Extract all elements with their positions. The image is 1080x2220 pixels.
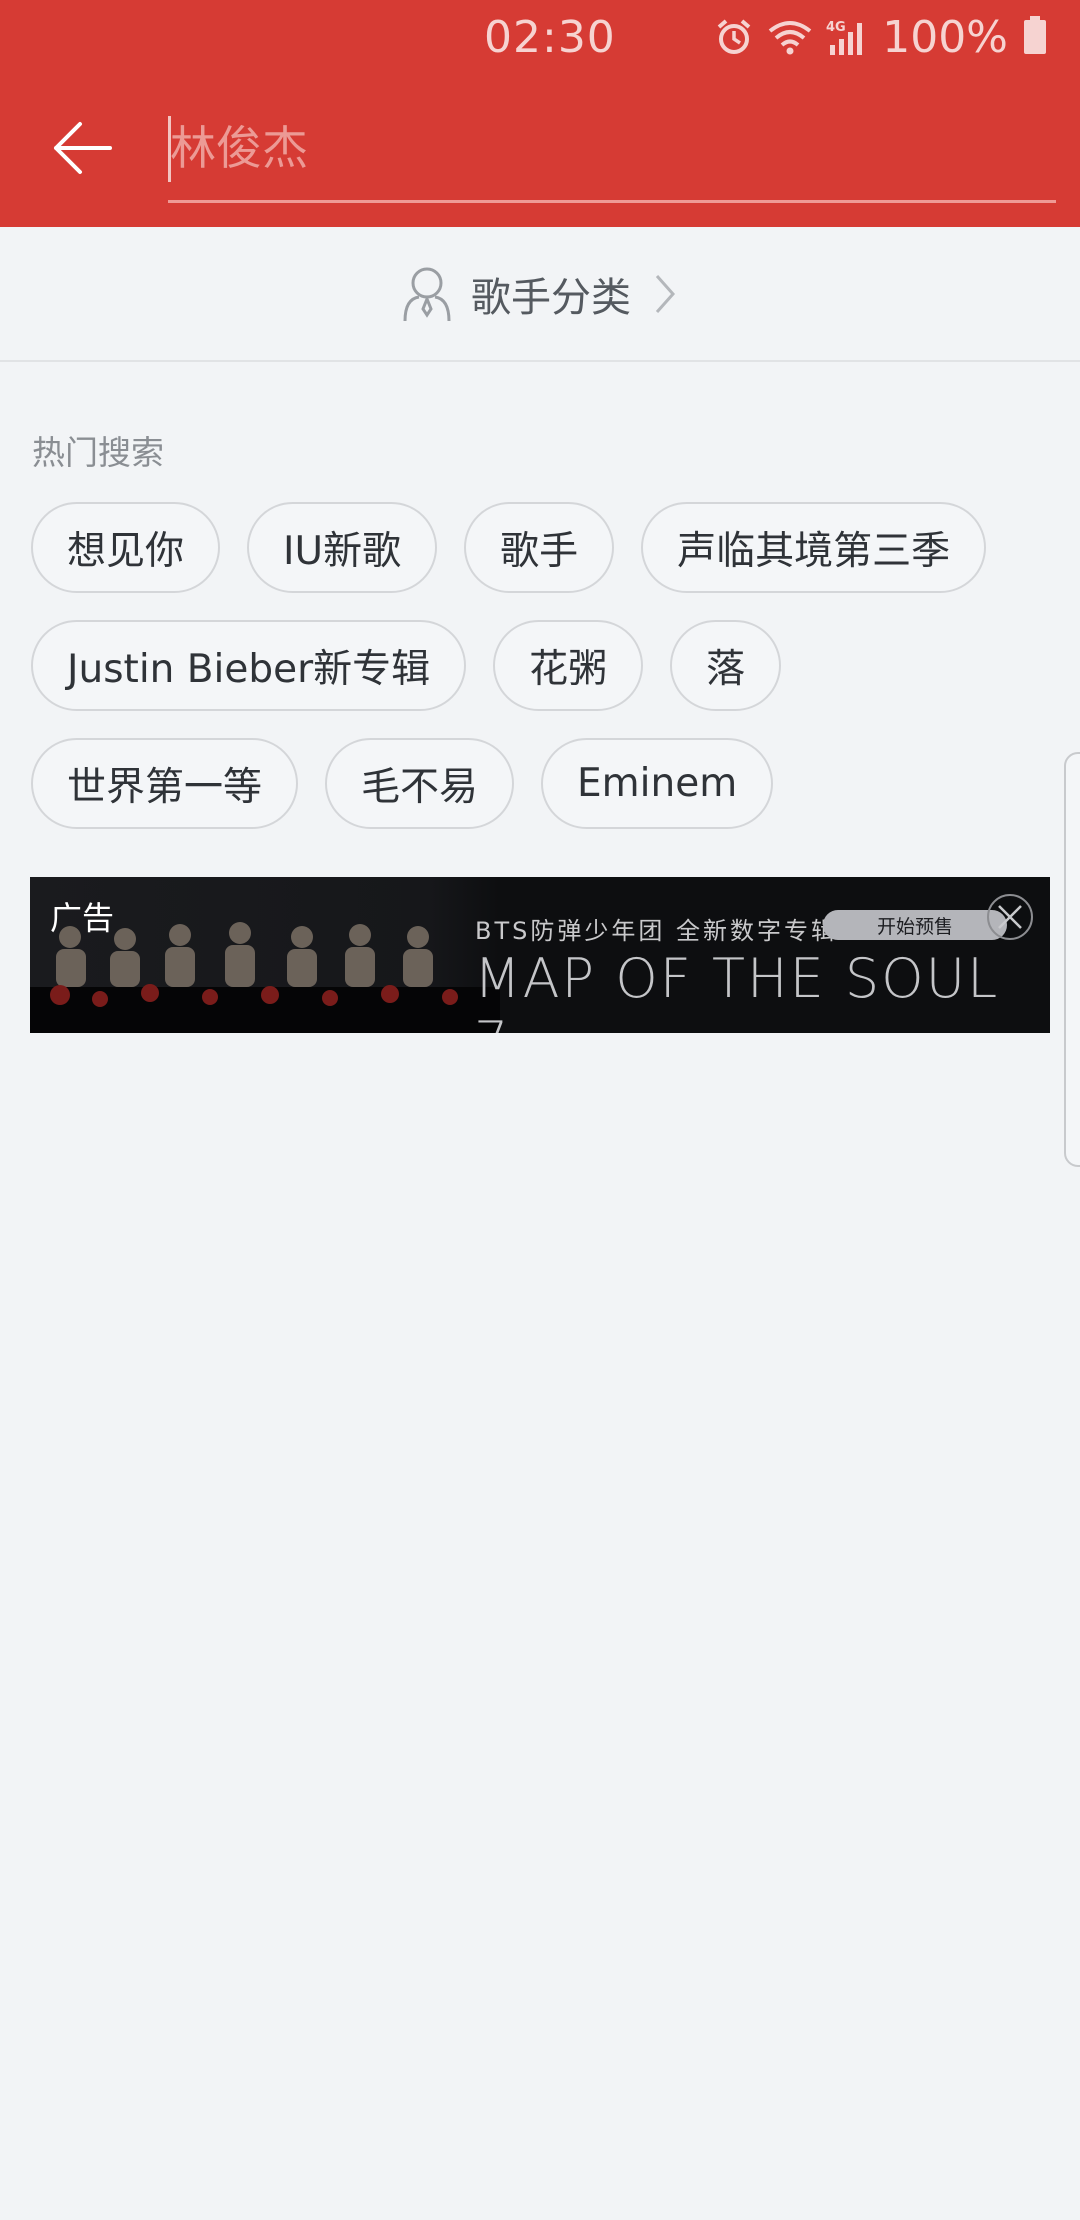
person-icon [403,267,451,321]
side-drawer-handle[interactable] [1064,752,1080,1167]
battery-percent: 100% [882,11,1008,63]
network-type-label: 4G [826,20,846,35]
hot-search-chip[interactable]: Justin Bieber新专辑 [31,620,467,711]
chip-row: 世界第一等 毛不易 Eminem [31,738,1051,829]
ad-label: 广告 [50,899,115,937]
singer-category-button[interactable]: 歌手分类 [0,227,1080,362]
ad-title: MAP OF THE SOUL 7 [474,947,1000,1033]
chevron-right-icon [655,274,676,313]
search-input[interactable] [168,112,1054,184]
hot-search-chip[interactable]: 世界第一等 [31,738,299,829]
status-time: 02:30 [484,12,616,63]
hot-search-chip[interactable]: 声临其境第三季 [641,502,987,593]
status-icons: 4G 100% [714,10,1008,64]
chip-row: 想见你 IU新歌 歌手 声临其境第三季 [31,502,1051,593]
hot-search-chip[interactable]: 想见你 [31,502,221,593]
hot-search-chip[interactable]: IU新歌 [247,502,438,593]
cellular-signal-icon: 4G [826,17,870,57]
search-underline [168,200,1056,203]
wifi-icon [766,17,814,57]
hot-search-chips: 想见你 IU新歌 歌手 声临其境第三季 Justin Bieber新专辑 花粥 … [31,502,1051,856]
hot-search-chip[interactable]: 落 [670,620,782,711]
ad-subtitle: BTS防弹少年团 全新数字专辑 [475,917,838,945]
alarm-icon [714,17,754,57]
ad-banner[interactable]: 广告 BTS防弹少年团 全新数字专辑 开始预售 MAP OF THE SOUL … [30,877,1050,1033]
hot-search-title: 热门搜索 [32,433,164,472]
close-icon[interactable] [986,893,1034,941]
hot-search-chip[interactable]: 花粥 [493,620,644,711]
hot-search-chip[interactable]: 歌手 [464,502,615,593]
ad-presale-button[interactable]: 开始预售 [823,910,1007,940]
chip-row: Justin Bieber新专辑 花粥 落 [31,620,1051,711]
text-cursor [168,116,171,182]
hot-search-chip[interactable]: Eminem [541,738,774,829]
back-arrow-icon[interactable] [50,118,114,178]
hot-search-chip[interactable]: 毛不易 [325,738,515,829]
singer-category-label: 歌手分类 [471,274,631,321]
app-header: 02:30 4G 100% [0,0,1080,227]
battery-icon [1024,16,1046,54]
